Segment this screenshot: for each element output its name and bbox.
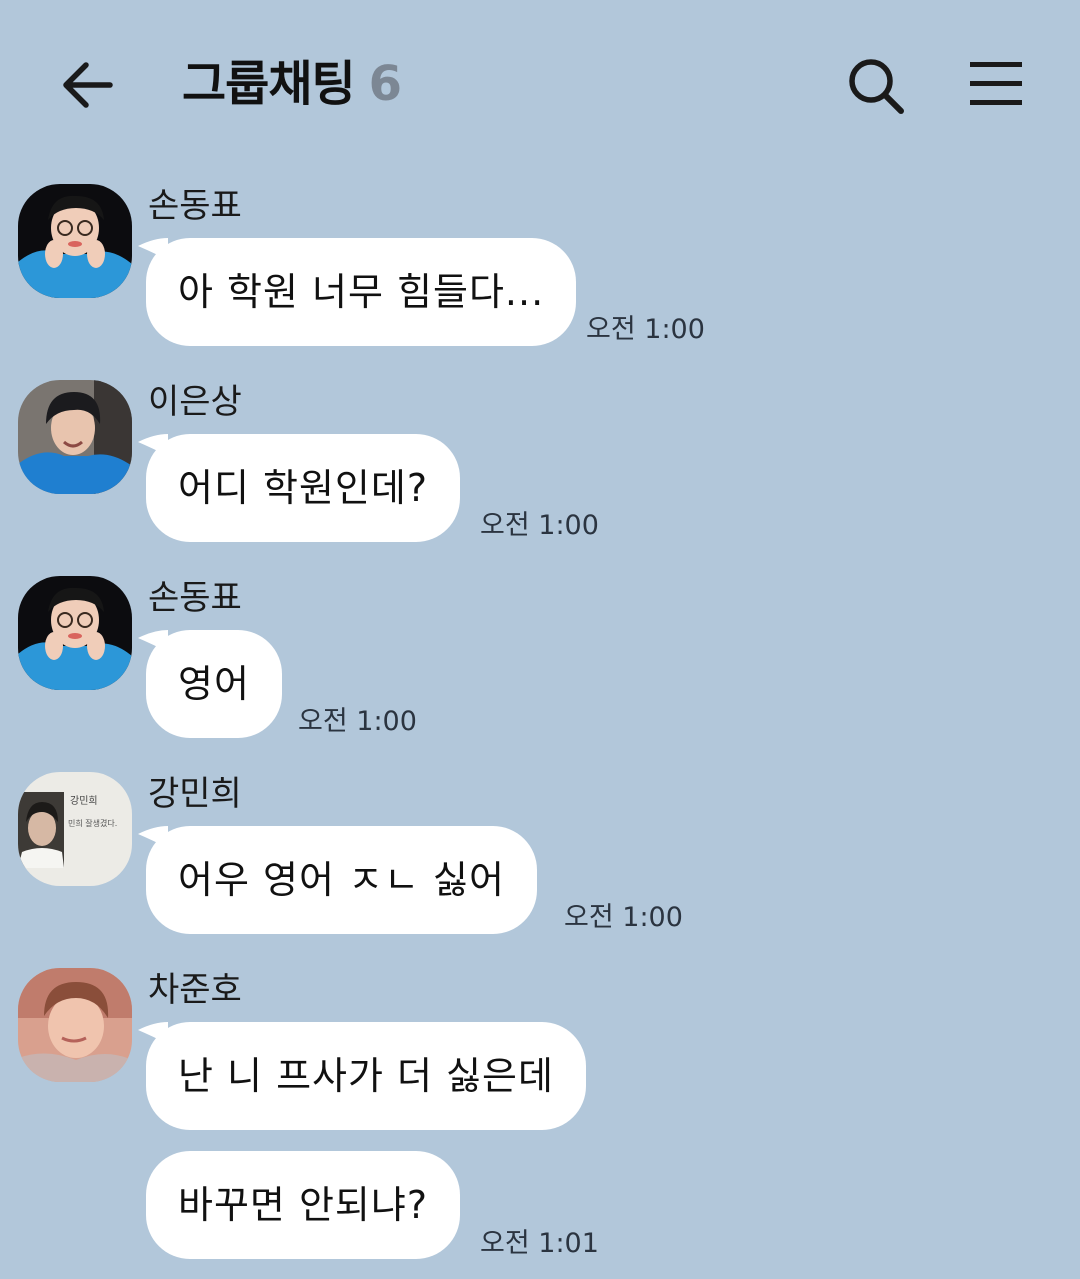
sender-name: 손동표 [148,186,242,226]
chat-room-name: 그룹채팅 [182,56,356,112]
message-bubble[interactable]: 바꾸면 안되냐? [146,1151,461,1259]
avatar[interactable] [18,968,132,1082]
profile-photo-icon [18,968,132,1082]
search-icon [849,59,904,114]
member-count: 6 [368,56,402,112]
menu-button[interactable] [968,60,1024,108]
profile-photo-icon: 강민희 민희 잘생겼다. [18,772,132,886]
message-bubble[interactable]: 난 니 프사가 더 싫은데 [146,1022,586,1130]
profile-photo-icon [18,380,132,494]
sender-name: 차준호 [148,970,242,1010]
sender-name: 이은상 [148,382,242,422]
message-bubble[interactable]: 어우 영어 ㅈㄴ 싫어 [146,826,537,934]
message-timestamp: 오전 1:00 [564,902,683,933]
hamburger-menu-icon [970,62,1022,105]
search-button[interactable] [846,56,906,116]
profile-photo-icon [18,576,132,690]
message-bubble[interactable]: 아 학원 너무 힘들다... [146,238,577,346]
message-timestamp: 오전 1:00 [480,510,599,541]
profile-photo-icon [18,184,132,298]
message-timestamp: 오전 1:00 [298,706,417,737]
arrow-left-icon [63,62,113,108]
chat-title: 그룹채팅 6 [182,52,402,116]
chat-header: 그룹채팅 6 [0,0,1080,170]
message-bubble[interactable]: 어디 학원인데? [146,434,461,542]
back-button[interactable] [58,56,116,114]
avatar[interactable] [18,576,132,690]
sender-name: 손동표 [148,578,242,618]
avatar-photo-caption: 강민희 [70,795,98,807]
sender-name: 강민희 [148,774,242,814]
message-bubble[interactable]: 영어 [146,630,282,738]
avatar[interactable]: 강민희 민희 잘생겼다. [18,772,132,886]
avatar[interactable] [18,184,132,298]
message-timestamp: 오전 1:01 [480,1228,599,1259]
avatar[interactable] [18,380,132,494]
avatar-photo-caption: 민희 잘생겼다. [68,818,117,828]
message-timestamp: 오전 1:00 [586,314,705,345]
